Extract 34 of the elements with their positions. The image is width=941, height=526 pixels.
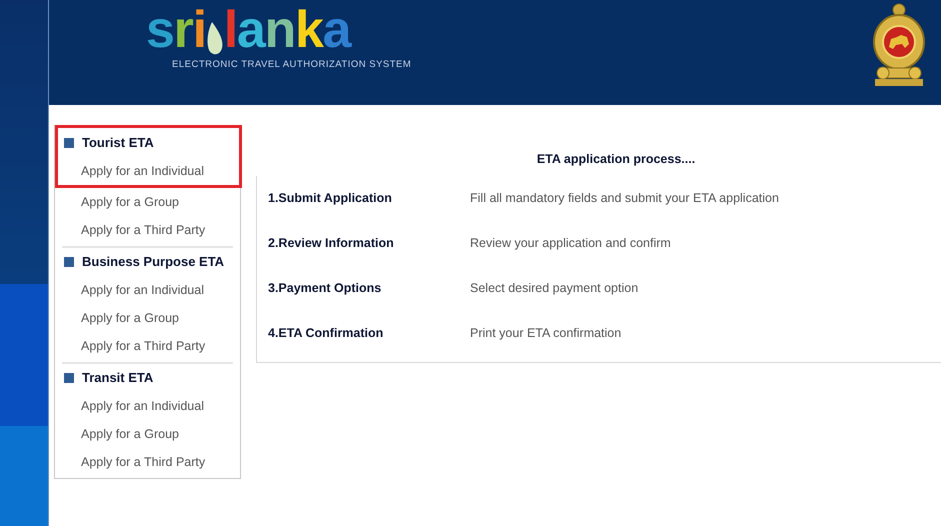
logo-letter: i: [192, 4, 206, 56]
step-name: 1.Submit Application: [267, 190, 393, 207]
step-description: Review your application and confirm: [470, 234, 671, 252]
square-bullet-icon: [64, 257, 74, 267]
logo-letter: n: [264, 4, 295, 56]
sidebar-link[interactable]: Apply for an Individual: [62, 157, 239, 185]
sidebar-link[interactable]: Apply for a Group: [62, 420, 233, 448]
logo-letter: a: [236, 4, 264, 56]
step-description: Fill all mandatory fields and submit your ETA application: [470, 190, 779, 207]
process-title: ETA application process....: [536, 151, 696, 168]
island-icon: [206, 22, 224, 56]
logo-letter: r: [174, 4, 193, 56]
square-bullet-icon: [64, 138, 74, 148]
logo-letter: s: [146, 4, 174, 56]
logo-letter: a: [322, 4, 350, 56]
sidebar-link[interactable]: Apply for a Group: [62, 188, 233, 216]
sidebar-heading: Transit ETA: [82, 369, 154, 388]
logo-letter: k: [294, 4, 323, 56]
sidebar-link[interactable]: Apply for a Group: [62, 304, 233, 332]
step-name: 3.Payment Options: [267, 280, 382, 297]
logo-subtitle: ELECTRONIC TRAVEL AUTHORIZATION SYSTEM: [172, 58, 412, 72]
sidebar-heading: Tourist ETA: [82, 134, 154, 152]
sidebar-link[interactable]: Apply for an Individual: [62, 392, 233, 420]
square-bullet-icon: [64, 373, 74, 383]
step-name: 2.Review Information: [267, 234, 395, 252]
step-description: Print your ETA confirmation: [470, 324, 622, 342]
sidebar-link[interactable]: Apply for a Third Party: [62, 216, 233, 244]
sidebar-heading: Business Purpose ETA: [82, 253, 224, 272]
step-description: Select desired payment option: [470, 280, 638, 297]
logo-letter: l: [224, 4, 237, 56]
sidebar-link[interactable]: Apply for a Third Party: [62, 448, 233, 476]
sidebar-link[interactable]: Apply for a Third Party: [62, 332, 233, 360]
sidebar-link[interactable]: Apply for an Individual: [62, 276, 233, 304]
step-name: 4.ETA Confirmation: [267, 324, 384, 342]
